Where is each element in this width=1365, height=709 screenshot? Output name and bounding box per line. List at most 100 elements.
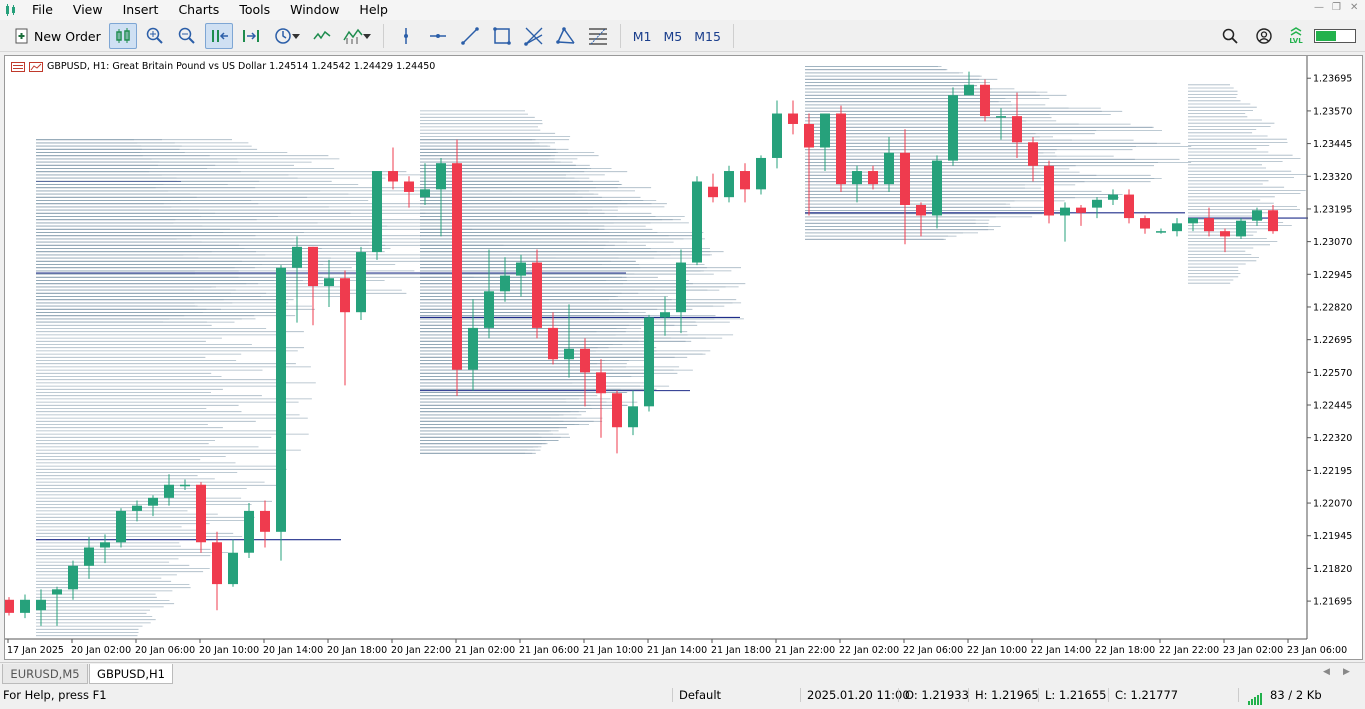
account-button[interactable] xyxy=(1249,23,1279,49)
candle-bull xyxy=(52,589,62,595)
price-chart[interactable]: 1.23695 1.23570 1.23445 1.23320 1.23195 1.230… xyxy=(5,56,1362,659)
candle-bear xyxy=(740,171,750,190)
connection-status-indicator[interactable] xyxy=(1313,23,1357,49)
vertical-line-button[interactable] xyxy=(392,23,420,49)
candle-bear xyxy=(596,372,606,394)
status-separator xyxy=(1038,688,1039,702)
rectangle-icon xyxy=(492,27,511,45)
rectangle-button[interactable] xyxy=(488,23,516,49)
candle-bear xyxy=(1028,142,1038,166)
indicators-button[interactable] xyxy=(309,23,335,49)
candle-bull xyxy=(292,246,302,268)
new-order-button[interactable]: New Order xyxy=(10,23,105,49)
menu-charts[interactable]: Charts xyxy=(168,0,229,20)
price-tick-label: 1.23070 xyxy=(1313,237,1352,248)
candle-bull xyxy=(1060,207,1070,216)
menu-view[interactable]: View xyxy=(63,0,113,20)
zoom-out-button[interactable] xyxy=(173,23,201,49)
templates-button[interactable] xyxy=(339,23,375,49)
candle-bear xyxy=(548,327,558,360)
restore-icon[interactable]: ❐ xyxy=(1332,2,1341,13)
horizontal-line-button[interactable] xyxy=(424,23,452,49)
chart-shift-button[interactable] xyxy=(237,23,265,49)
auto-scroll-button[interactable] xyxy=(204,23,233,49)
chart-shift-icon xyxy=(242,30,259,42)
status-separator xyxy=(898,688,899,702)
status-separator xyxy=(800,688,801,702)
price-tick-label: 1.21695 xyxy=(1313,597,1352,608)
time-tick-label: 20 Jan 10:00 xyxy=(199,645,259,656)
close-icon[interactable]: ✕ xyxy=(1350,2,1358,13)
tab-eurusd-m5[interactable]: EURUSD,M5 xyxy=(2,664,88,684)
chevron-down-icon xyxy=(362,34,371,39)
time-tick-label: 23 Jan 02:00 xyxy=(1223,645,1283,656)
status-separator xyxy=(1238,688,1239,702)
price-tick-label: 1.22820 xyxy=(1313,302,1352,313)
fibonacci-fan-icon xyxy=(523,27,543,46)
menu-tools[interactable]: Tools xyxy=(229,0,280,20)
tabs-scroll-left-icon[interactable]: ◀ xyxy=(1323,667,1330,677)
chart-window[interactable]: GBPUSD, H1: Great Britain Pound vs US Do… xyxy=(4,55,1363,660)
status-bar: For Help, press F1 Default 2025.01.20 11… xyxy=(0,685,1365,705)
candle-bull xyxy=(20,599,30,613)
price-tick-label: 1.22945 xyxy=(1313,270,1352,281)
fibonacci-fan-button[interactable] xyxy=(520,23,548,49)
menu-file[interactable]: File xyxy=(22,0,63,20)
candle-bear xyxy=(980,84,990,117)
status-profile[interactable]: Default xyxy=(679,685,721,705)
candlestick-icon xyxy=(116,28,130,43)
candlestick-chart-button[interactable] xyxy=(108,23,137,49)
time-tick-label: 22 Jan 22:00 xyxy=(1159,645,1219,656)
candle-bull xyxy=(772,113,782,158)
status-open: O: 1.21933 xyxy=(905,688,969,702)
price-tick-label: 1.21820 xyxy=(1313,564,1352,575)
menu-help[interactable]: Help xyxy=(349,0,398,20)
pitchfork-button[interactable] xyxy=(552,23,580,49)
search-icon xyxy=(1222,28,1238,44)
candle-bear xyxy=(1044,165,1054,216)
candle-bull xyxy=(724,171,734,198)
candle-bull xyxy=(692,181,702,263)
periodicity-button[interactable] xyxy=(269,23,305,49)
zoom-in-button[interactable] xyxy=(141,23,169,49)
horizontal-line-icon xyxy=(429,34,446,38)
candle-bull xyxy=(932,160,942,216)
price-tick-label: 1.22570 xyxy=(1313,368,1352,379)
status-separator xyxy=(968,688,969,702)
minimize-icon[interactable]: — xyxy=(1314,2,1324,13)
timeframe-m1-button[interactable]: M1 xyxy=(627,29,658,44)
time-tick-label: 22 Jan 02:00 xyxy=(839,645,899,656)
tab-gbpusd-h1[interactable]: GBPUSD,H1 xyxy=(89,664,173,684)
candle-bull xyxy=(132,505,142,511)
search-button[interactable] xyxy=(1215,23,1245,49)
candle-bear xyxy=(5,599,14,613)
time-tick-label: 20 Jan 22:00 xyxy=(391,645,451,656)
candle-bear xyxy=(900,152,910,206)
candle-bull xyxy=(852,171,862,185)
level2-button[interactable]: LVL xyxy=(1283,23,1309,49)
menu-insert[interactable]: Insert xyxy=(113,0,169,20)
price-tick-label: 1.21945 xyxy=(1313,531,1352,542)
time-tick-label: 20 Jan 18:00 xyxy=(327,645,387,656)
user-account-icon xyxy=(1256,28,1272,44)
candle-bear xyxy=(1124,194,1134,219)
timeframe-m5-button[interactable]: M5 xyxy=(658,29,689,44)
clock-icon xyxy=(275,28,291,44)
zoom-out-icon xyxy=(178,27,195,44)
trendline-button[interactable] xyxy=(456,23,484,49)
status-help-text: For Help, press F1 xyxy=(3,688,107,702)
fibonacci-levels-button[interactable] xyxy=(584,23,612,49)
menu-window[interactable]: Window xyxy=(280,0,349,20)
time-tick-label: 22 Jan 06:00 xyxy=(903,645,963,656)
traffic-bars-icon xyxy=(1248,693,1262,705)
status-close: C: 1.21777 xyxy=(1115,688,1179,702)
app-logo-icon[interactable] xyxy=(0,0,22,20)
candle-bear xyxy=(532,262,542,328)
candle-bull xyxy=(884,152,894,185)
candle-bull xyxy=(84,547,94,566)
candle-bull xyxy=(820,113,830,148)
time-tick-label: 17 Jan 2025 xyxy=(7,645,64,656)
tabs-scroll-right-icon[interactable]: ▶ xyxy=(1343,667,1350,677)
vertical-line-icon xyxy=(403,28,408,44)
timeframe-m15-button[interactable]: M15 xyxy=(688,29,727,44)
